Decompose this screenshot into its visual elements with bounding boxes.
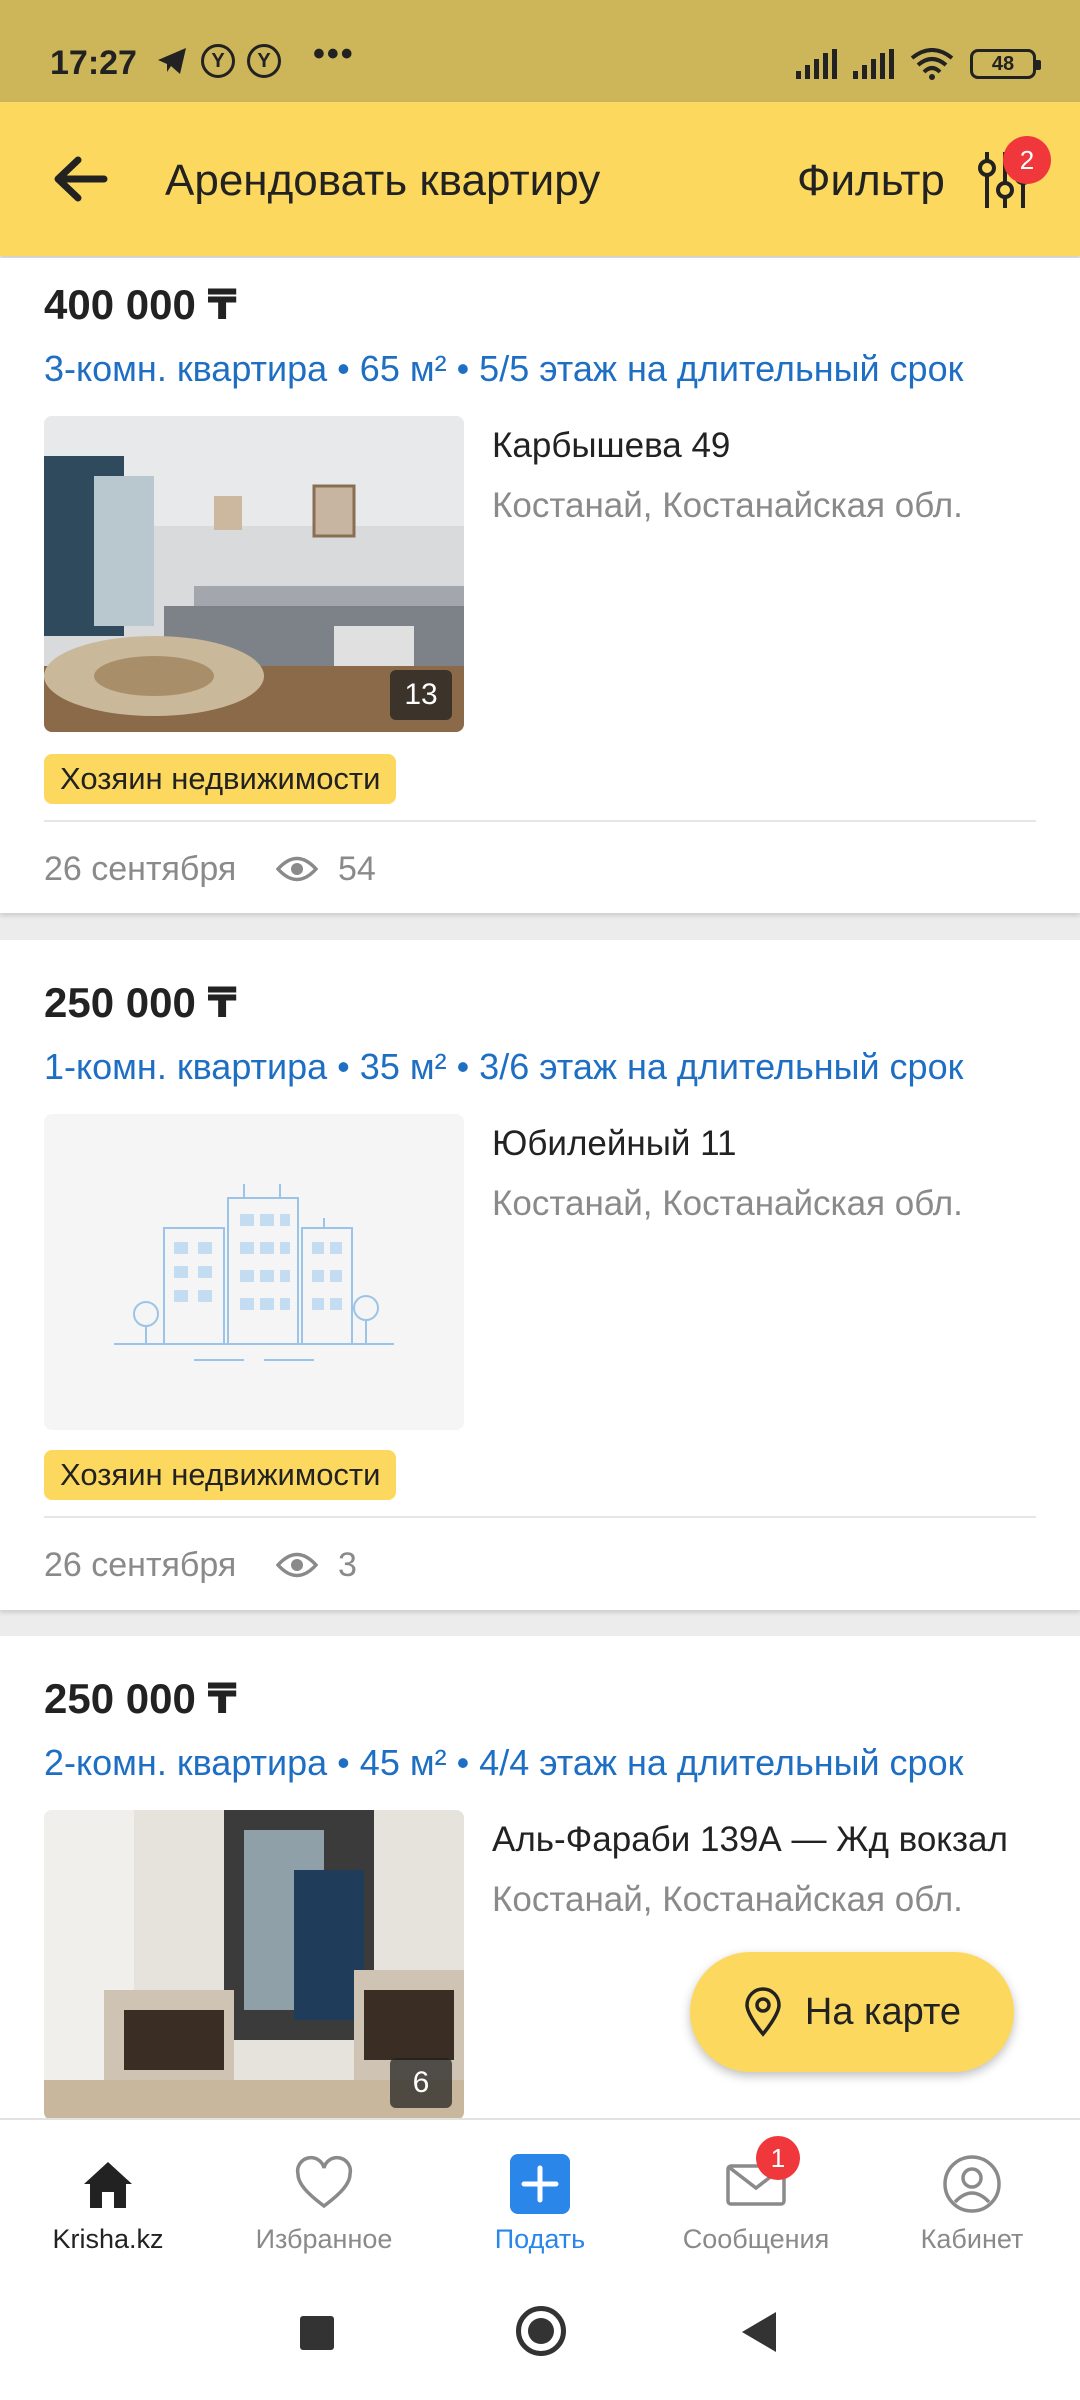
listing-city: Костанай, Костанайская обл.: [492, 486, 963, 525]
nav-label: Сообщения: [682, 2224, 830, 2254]
listing-address: Аль-Фараби 139А — Жд вокзал: [492, 1820, 1008, 1859]
listing-description[interactable]: 2-комн. квартира • 45 м² • 4/4 этаж на д…: [44, 1742, 1044, 1784]
plus-icon: [510, 2154, 570, 2214]
nav-item-messages[interactable]: 1 Сообщения: [648, 2120, 864, 2272]
page-title: Арендовать квартиру: [165, 156, 601, 205]
signal-icon: [796, 49, 837, 79]
battery-icon: 48: [970, 49, 1041, 79]
eye-icon: [276, 856, 318, 882]
nav-item-favorites[interactable]: Избранное: [216, 2120, 432, 2272]
owner-badge: Хозяин недвижимости: [44, 754, 397, 804]
notification-y-icon: Y: [247, 44, 281, 78]
owner-badge: Хозяин недвижимости: [44, 1450, 397, 1500]
listing-views: 54: [338, 850, 376, 888]
listing-price: 400 000 ₸: [44, 281, 237, 328]
listing-address: Юбилейный 11: [492, 1124, 737, 1163]
filter-button[interactable]: Фильтр: [797, 156, 945, 206]
eye-icon: [276, 1552, 318, 1578]
notification-y-icon: Y: [201, 44, 235, 78]
nav-label: Подать: [494, 2224, 586, 2254]
system-back-icon[interactable]: [742, 2312, 776, 2352]
building-placeholder: [114, 1184, 394, 1361]
nav-label: Кабинет: [920, 2224, 1024, 2254]
recent-apps-icon[interactable]: [300, 2316, 334, 2350]
listing-price: 250 000 ₸: [44, 979, 237, 1026]
card-divider: [44, 1516, 1036, 1518]
home-button-icon[interactable]: [516, 2306, 566, 2356]
status-notification-icons: Y Y •••: [155, 35, 355, 78]
heart-icon: [295, 2155, 353, 2209]
listing-views: 3: [338, 1546, 357, 1584]
status-time: 17:27: [50, 44, 137, 82]
wifi-icon: [910, 48, 954, 80]
listing-description[interactable]: 3-комн. квартира • 65 м² • 5/5 этаж на д…: [44, 348, 1044, 390]
listing-city: Костанай, Костанайская обл.: [492, 1184, 963, 1223]
status-bar: 17:27 Y Y ••• 48: [0, 0, 1080, 102]
telegram-icon: [158, 48, 186, 74]
home-icon: [84, 2162, 132, 2208]
listing-date: 26 сентября: [44, 850, 237, 888]
listing-card[interactable]: 400 000 ₸ 3-комн. квартира • 65 м² • 5/5…: [0, 258, 1080, 913]
map-button-label: На карте: [804, 1990, 962, 2033]
bottom-navigation: Krisha.kz Избранное Подать 1 Сообщения К…: [0, 2118, 1080, 2270]
photo-count-badge: 6: [390, 2058, 452, 2108]
listing-description[interactable]: 1-комн. квартира • 35 м² • 3/6 этаж на д…: [44, 1046, 1044, 1088]
nav-item-post[interactable]: Подать: [432, 2120, 648, 2272]
listing-date: 26 сентября: [44, 1546, 237, 1584]
listing-price: 250 000 ₸: [44, 1675, 237, 1722]
back-arrow-icon[interactable]: [50, 152, 110, 206]
listing-card[interactable]: 250 000 ₸ 1-комн. квартира • 35 м² • 3/6…: [0, 940, 1080, 1610]
listing-photo[interactable]: 6: [44, 1810, 464, 2120]
more-notifications-icon: •••: [313, 34, 355, 73]
profile-icon: [943, 2155, 1001, 2213]
filter-count-badge: 2: [1003, 136, 1051, 184]
listing-city: Костанай, Костанайская обл.: [492, 1880, 963, 1919]
listing-address: Карбышева 49: [492, 426, 731, 465]
listing-photo[interactable]: [44, 1114, 464, 1430]
status-system-icons: 48: [796, 48, 1041, 80]
app-header: Арендовать квартиру Фильтр 2: [0, 102, 1080, 256]
nav-item-home[interactable]: Krisha.kz: [0, 2120, 216, 2272]
photo-count-badge: 13: [390, 670, 452, 720]
listing-photo[interactable]: 13: [44, 416, 464, 732]
signal-icon: [853, 49, 894, 79]
card-divider: [44, 820, 1036, 822]
messages-badge: 1: [756, 2136, 800, 2180]
system-navigation-bar: [0, 2270, 1080, 2400]
nav-item-profile[interactable]: Кабинет: [864, 2120, 1080, 2272]
nav-label: Избранное: [255, 2224, 393, 2254]
nav-label: Krisha.kz: [52, 2224, 164, 2254]
map-button[interactable]: На карте: [690, 1952, 1014, 2072]
map-pin-icon: [745, 1987, 781, 2037]
